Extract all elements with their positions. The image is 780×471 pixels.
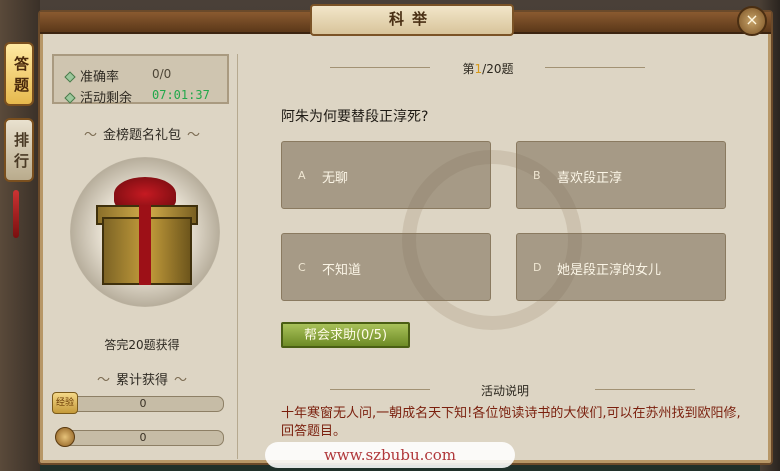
left-panel: 准确率 0/0 活动剩余 07:01:37 金榜题名礼包 答完20题获得 累计获… [52, 54, 232, 459]
option-text: 喜欢段正淳 [557, 171, 623, 186]
option-letter: C [298, 261, 306, 274]
option-text: 她是段正淳的女儿 [557, 263, 662, 278]
accuracy-label: 准确率 [80, 70, 120, 85]
option-text: 无聊 [322, 171, 349, 186]
close-button[interactable]: × [737, 6, 767, 36]
window-title: 科举 [310, 4, 514, 36]
counter-line-right [545, 67, 645, 68]
desc-line-left [330, 389, 430, 390]
gift-caption: 答完20题获得 [104, 338, 180, 352]
tab-answer[interactable]: 答题 [4, 42, 34, 106]
remaining-row: 活动剩余 [64, 87, 133, 106]
gift-title: 金榜题名礼包 [52, 124, 232, 143]
diamond-icon [64, 92, 76, 104]
counter-suffix: /20题 [482, 62, 514, 76]
option-a[interactable]: A 无聊 [281, 141, 491, 209]
accuracy-row: 准确率 [64, 66, 120, 85]
guild-help-button[interactable]: 帮会求助(0/5) [281, 322, 410, 348]
panel-divider [237, 54, 238, 459]
option-c[interactable]: C 不知道 [281, 233, 491, 301]
counter-line-left [330, 67, 430, 68]
scroll-icon: 经验 [52, 392, 78, 414]
question-counter: 第1/20题 [438, 60, 538, 77]
question-text: 阿朱为何要替段正淳死? [281, 109, 429, 125]
coin-icon [55, 427, 75, 447]
site-watermark: www.szbubu.com [265, 442, 515, 468]
remaining-label: 活动剩余 [80, 91, 133, 106]
option-d[interactable]: D 她是段正淳的女儿 [516, 233, 726, 301]
option-letter: D [533, 261, 542, 274]
description-title: 活动说明 [480, 384, 529, 398]
tassel-ornament [13, 190, 19, 238]
desc-line-right [595, 389, 695, 390]
gift-circle [70, 157, 220, 307]
stats-box: 准确率 0/0 活动剩余 07:01:37 [52, 54, 229, 106]
accuracy-value: 0/0 [152, 67, 172, 81]
option-letter: B [533, 169, 541, 182]
option-letter: A [298, 169, 306, 182]
remaining-value: 07:01:37 [152, 88, 210, 102]
diamond-icon [64, 71, 76, 83]
option-text: 不知道 [322, 263, 362, 278]
experience-bar: 0 [62, 396, 224, 412]
counter-prefix: 第 [462, 62, 475, 76]
description-text: 十年寒窗无人问,一朝成名天下知!各位饱读诗书的大侠们,可以在苏州找到欧阳修,回答… [281, 406, 741, 439]
gift-ribbon [139, 205, 151, 285]
option-b[interactable]: B 喜欢段正淳 [516, 141, 726, 209]
coin-bar: 0 [62, 430, 224, 446]
accumulated-title: 累计获得 [52, 369, 232, 388]
counter-current: 1 [474, 62, 483, 76]
tab-ranking[interactable]: 排行 [4, 118, 34, 182]
